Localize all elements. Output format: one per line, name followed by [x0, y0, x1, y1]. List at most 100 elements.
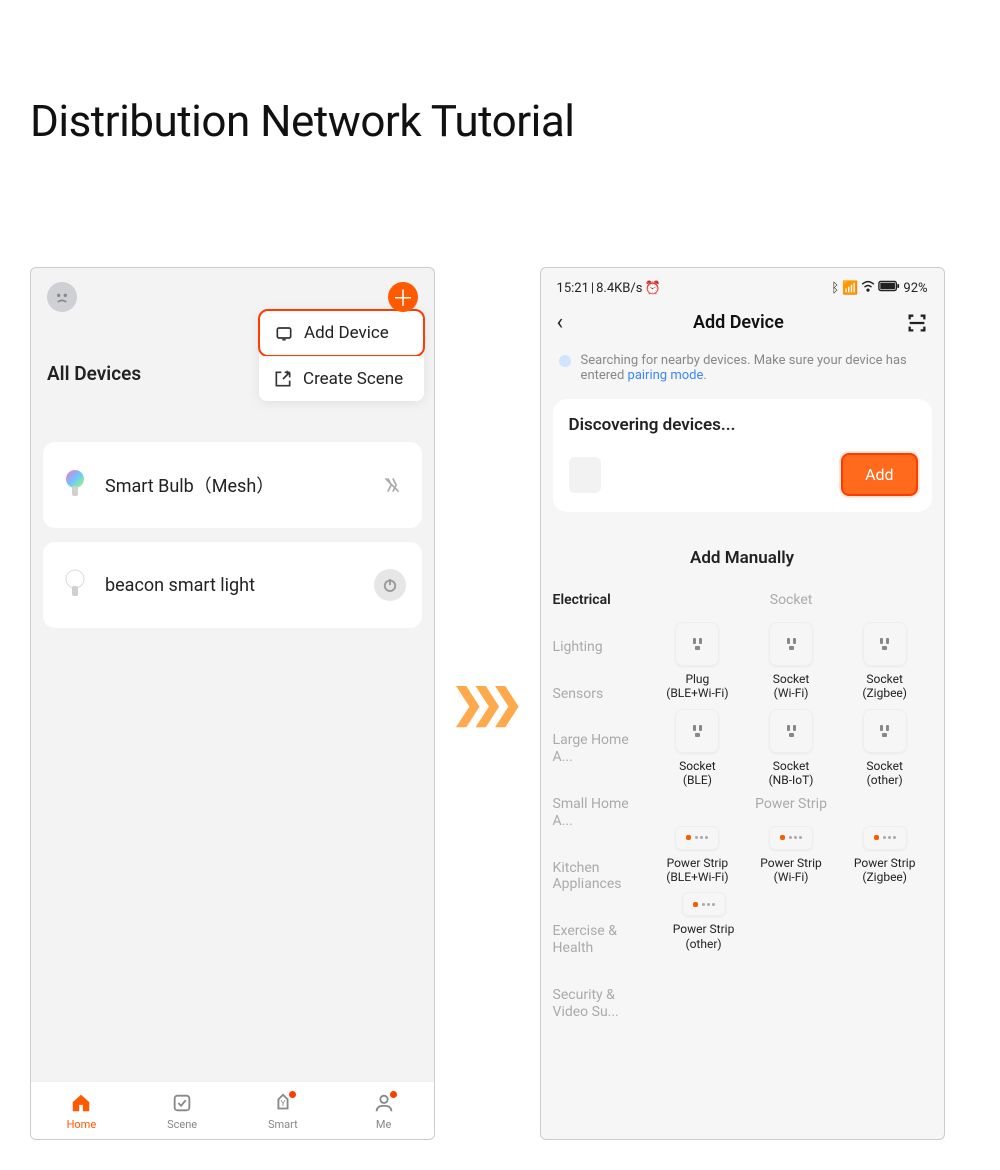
status-net: 8.4KB/s [596, 281, 642, 296]
add-device-icon [274, 323, 294, 343]
arrow-transition-icon: ❯❯❯ [451, 680, 524, 727]
discovered-device-icon [569, 457, 601, 493]
category-item[interactable]: Electrical [553, 592, 651, 609]
create-scene-icon [273, 369, 293, 389]
profile-icon [373, 1092, 395, 1114]
product-item[interactable]: Socket(Wi-Fi) [746, 622, 836, 701]
product-name: Power Strip [760, 856, 822, 870]
power-button-icon[interactable] [374, 569, 406, 601]
search-info: Searching for nearby devices. Make sure … [541, 353, 944, 399]
product-name: Power Strip [854, 856, 916, 870]
tab-label: Home [67, 1118, 97, 1131]
product-item[interactable]: Plug(BLE+Wi-Fi) [652, 622, 742, 701]
bulb-white-icon [59, 564, 91, 606]
status-sep: | [591, 281, 594, 296]
product-name: Plug [685, 672, 709, 686]
disconnected-icon [378, 471, 406, 499]
product-proto: (other) [685, 937, 721, 951]
create-scene-label: Create Scene [303, 369, 403, 389]
device-name: Smart Bulb（Mesh） [105, 472, 364, 498]
all-devices-heading: All Devices [31, 302, 157, 403]
product-proto: (BLE+Wi-Fi) [666, 686, 728, 700]
wifi-icon [861, 280, 875, 296]
battery-icon [878, 280, 900, 296]
smart-icon: Y [272, 1092, 294, 1114]
back-button[interactable]: ‹ [557, 310, 572, 335]
signal-icon: 📶 [842, 281, 858, 296]
tab-label: Me [376, 1118, 391, 1131]
create-scene-menu-item[interactable]: Create Scene [259, 356, 424, 401]
category-item[interactable]: Security & Video Su... [553, 987, 651, 1021]
tab-smart[interactable]: Y Smart [233, 1082, 334, 1139]
socket-icon [863, 622, 907, 666]
category-item[interactable]: Small Home A... [553, 796, 651, 830]
scan-icon[interactable] [906, 312, 928, 334]
screen-home: ＋ All Devices Add Device Create Scene [30, 267, 435, 1140]
add-dropdown-menu: Add Device Create Scene [259, 310, 424, 401]
product-item[interactable]: Power Strip(BLE+Wi-Fi) [652, 826, 742, 885]
powerstrip-icon [769, 826, 813, 850]
product-name: Power Strip [667, 856, 729, 870]
tab-me[interactable]: Me [333, 1082, 434, 1139]
product-proto: (BLE+Wi-Fi) [666, 870, 728, 884]
product-item[interactable]: Socket(Zigbee) [840, 622, 930, 701]
notification-dot-icon [390, 1091, 397, 1098]
socket-icon [769, 622, 813, 666]
category-sidebar: Electrical Lighting Sensors Large Home A… [541, 592, 651, 1020]
subcategory-powerstrip: Power Strip [651, 796, 932, 812]
tab-label: Smart [268, 1118, 298, 1131]
page-title: Distribution Network Tutorial [30, 95, 970, 147]
category-item[interactable]: Kitchen Appliances [553, 860, 651, 894]
product-name: Socket [773, 759, 810, 773]
add-manually-heading: Add Manually [541, 512, 944, 592]
home-icon [70, 1092, 92, 1114]
status-battery: 92% [903, 281, 927, 296]
product-proto: (Zigbee) [862, 686, 907, 700]
add-device-menu-item[interactable]: Add Device [258, 309, 425, 357]
device-card[interactable]: beacon smart light [43, 542, 422, 628]
info-dot-icon [559, 355, 571, 367]
product-item[interactable]: Power Strip(Wi-Fi) [746, 826, 836, 885]
product-item[interactable]: Socket(BLE) [652, 709, 742, 788]
subcategory-socket: Socket [651, 592, 932, 608]
bulb-color-icon [59, 464, 91, 506]
product-name: Power Strip [673, 922, 735, 936]
category-item[interactable]: Exercise & Health [553, 923, 651, 957]
add-button-icon[interactable]: ＋ [388, 282, 418, 312]
device-card[interactable]: Smart Bulb（Mesh） [43, 442, 422, 528]
socket-icon [863, 709, 907, 753]
product-proto: (Wi-Fi) [774, 870, 809, 884]
socket-icon [675, 709, 719, 753]
scene-icon [171, 1092, 193, 1114]
product-name: Socket [773, 672, 810, 686]
product-proto: (Zigbee) [862, 870, 907, 884]
powerstrip-icon [682, 892, 726, 916]
product-name: Socket [679, 759, 716, 773]
discovering-title: Discovering devices... [569, 415, 918, 435]
product-item[interactable]: Power Strip(Zigbee) [840, 826, 930, 885]
product-name: Socket [866, 759, 903, 773]
product-name: Socket [866, 672, 903, 686]
category-item[interactable]: Large Home A... [553, 732, 651, 766]
pairing-mode-link[interactable]: pairing mode [628, 368, 704, 383]
tab-home[interactable]: Home [31, 1082, 132, 1139]
product-proto: (other) [867, 773, 903, 787]
svg-text:Y: Y [280, 1099, 285, 1109]
alarm-icon: ⏰ [644, 281, 660, 296]
device-name: beacon smart light [105, 575, 360, 596]
category-item[interactable]: Lighting [553, 639, 651, 656]
tab-scene[interactable]: Scene [132, 1082, 233, 1139]
nav-title: Add Device [571, 312, 905, 333]
powerstrip-icon [863, 826, 907, 850]
product-item[interactable]: Socket(other) [840, 709, 930, 788]
product-item[interactable]: Socket(NB-IoT) [746, 709, 836, 788]
category-item[interactable]: Sensors [553, 686, 651, 703]
product-proto: (Wi-Fi) [774, 686, 809, 700]
info-text-suffix: . [703, 368, 706, 383]
tab-label: Scene [167, 1118, 197, 1131]
add-discovered-button[interactable]: Add [841, 453, 917, 496]
screen-add-device: 15:21 | 8.4KB/s ⏰ ᛒ 📶 92% [540, 267, 945, 1140]
powerstrip-icon [675, 826, 719, 850]
product-item[interactable]: Power Strip(other) [659, 892, 749, 951]
discovering-panel: Discovering devices... Add [553, 399, 932, 512]
